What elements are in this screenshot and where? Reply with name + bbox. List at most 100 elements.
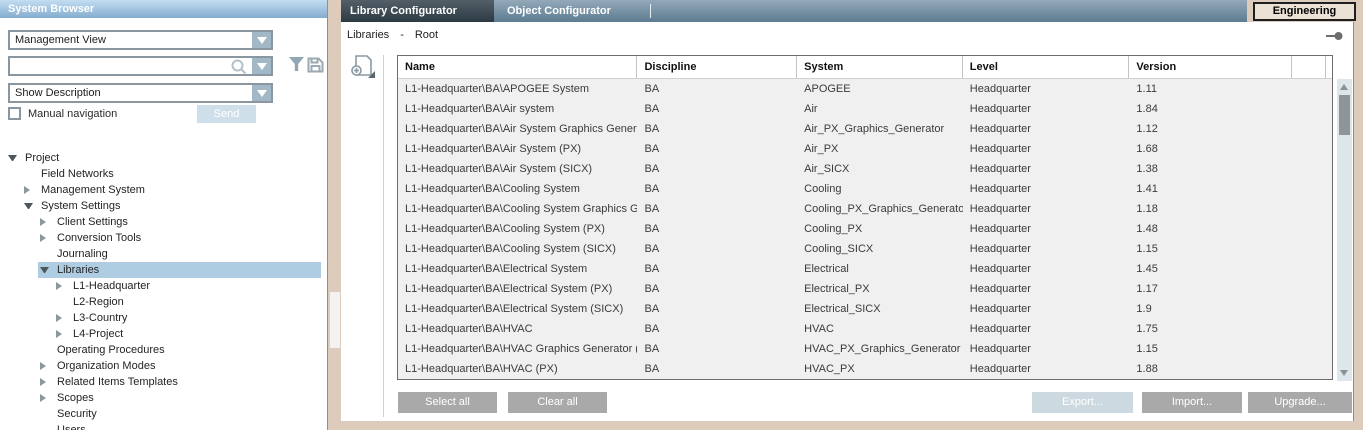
table-cell: [1292, 159, 1326, 179]
expand-arrow-icon[interactable]: [40, 362, 46, 370]
expand-arrow-icon[interactable]: [40, 378, 46, 386]
column-header-discipline[interactable]: Discipline: [637, 56, 797, 78]
column-header-level[interactable]: Level: [963, 56, 1130, 78]
tree-item-organization-modes[interactable]: Organization Modes: [0, 358, 321, 374]
table-row[interactable]: L1-Headquarter\BA\Electrical System (PX)…: [398, 279, 1332, 299]
tree-item-conversion-tools[interactable]: Conversion Tools: [0, 230, 321, 246]
tree-item-l4-project[interactable]: L4-Project: [0, 326, 321, 342]
library-table: NameDisciplineSystemLevelVersion L1-Head…: [397, 55, 1333, 380]
search-input[interactable]: [13, 58, 223, 74]
table-scrollbar-thumb[interactable]: [1339, 95, 1350, 135]
table-row[interactable]: L1-Headquarter\BA\Cooling System (SICX)B…: [398, 239, 1332, 259]
send-button[interactable]: Send: [197, 105, 256, 123]
tree-item-l3-country[interactable]: L3-Country: [0, 310, 321, 326]
search-field[interactable]: [8, 56, 273, 76]
table-cell: BA: [637, 99, 797, 119]
tree-item-security[interactable]: Security: [0, 406, 321, 422]
chevron-down-icon[interactable]: [252, 58, 271, 74]
collapse-arrow-icon[interactable]: [8, 155, 17, 161]
filter-icon[interactable]: [288, 57, 305, 75]
tree-item-field-networks[interactable]: Field Networks: [0, 166, 321, 182]
column-header-name[interactable]: Name: [398, 56, 637, 78]
chevron-down-icon[interactable]: [252, 85, 271, 101]
scroll-down-icon[interactable]: [1340, 370, 1348, 376]
table-row[interactable]: L1-Headquarter\BA\APOGEE SystemBAAPOGEEH…: [398, 79, 1332, 99]
table-cell: [1326, 139, 1332, 159]
collapse-arrow-icon[interactable]: [40, 267, 49, 273]
tree-item-scopes[interactable]: Scopes: [0, 390, 321, 406]
table-cell: APOGEE: [797, 79, 963, 99]
tree-item-l2-region[interactable]: L2-Region: [0, 294, 321, 310]
scroll-up-icon[interactable]: [1340, 84, 1348, 90]
collapse-arrow-icon[interactable]: [24, 203, 33, 209]
table-cell: [1292, 79, 1326, 99]
tree-scrollbar-thumb[interactable]: [330, 292, 340, 348]
clear-all-button[interactable]: Clear all: [508, 392, 607, 413]
table-row[interactable]: L1-Headquarter\BA\HVAC Graphics Generato…: [398, 339, 1332, 359]
tree-item-operating-procedures[interactable]: Operating Procedures: [0, 342, 321, 358]
chevron-down-icon[interactable]: [252, 32, 271, 48]
table-cell: L1-Headquarter\BA\Electrical System (PX): [398, 279, 637, 299]
manual-navigation-checkbox[interactable]: [8, 107, 21, 120]
table-cell: Electrical_PX: [797, 279, 963, 299]
table-row[interactable]: L1-Headquarter\BA\Cooling SystemBACoolin…: [398, 179, 1332, 199]
export-button[interactable]: Export...: [1032, 392, 1133, 413]
expand-arrow-icon[interactable]: [56, 314, 62, 322]
table-row[interactable]: L1-Headquarter\BA\HVACBAHVACHeadquarter1…: [398, 319, 1332, 339]
navigation-tree: ProjectField NetworksManagement SystemSy…: [0, 150, 321, 430]
panel-divider: [383, 55, 384, 417]
expand-arrow-icon[interactable]: [40, 234, 46, 242]
description-selector-dropdown[interactable]: Show Description: [8, 83, 273, 103]
select-all-button[interactable]: Select all: [398, 392, 497, 413]
table-cell: 1.68: [1129, 139, 1292, 159]
tree-item-client-settings[interactable]: Client Settings: [0, 214, 321, 230]
tab-library-configurator[interactable]: Library Configurator: [341, 0, 494, 22]
table-body: L1-Headquarter\BA\APOGEE SystemBAAPOGEEH…: [398, 79, 1332, 379]
table-cell: BA: [637, 199, 797, 219]
tree-item-libraries[interactable]: Libraries: [0, 262, 321, 278]
table-row[interactable]: L1-Headquarter\BA\Air System (PX)BAAir_P…: [398, 139, 1332, 159]
breadcrumb-current[interactable]: Root: [415, 29, 438, 41]
pin-icon[interactable]: [1326, 31, 1343, 44]
table-row[interactable]: L1-Headquarter\BA\Electrical System (SIC…: [398, 299, 1332, 319]
save-icon[interactable]: [307, 57, 324, 76]
expand-arrow-icon[interactable]: [24, 186, 30, 194]
tree-item-related-items-templates[interactable]: Related Items Templates: [0, 374, 321, 390]
table-row[interactable]: L1-Headquarter\BA\Air System Graphics Ge…: [398, 119, 1332, 139]
table-cell: BA: [637, 359, 797, 379]
table-cell: [1292, 339, 1326, 359]
table-row[interactable]: L1-Headquarter\BA\HVAC (PX)BAHVAC_PXHead…: [398, 359, 1332, 379]
tree-item-management-system[interactable]: Management System: [0, 182, 321, 198]
tree-item-users[interactable]: Users: [0, 422, 321, 430]
breadcrumb-section[interactable]: Libraries: [347, 29, 389, 41]
tree-item-l1-headquarter[interactable]: L1-Headquarter: [0, 278, 321, 294]
expand-arrow-icon[interactable]: [56, 330, 62, 338]
application-window: System Browser Management View Show Desc…: [0, 0, 1363, 430]
expand-arrow-icon[interactable]: [40, 218, 46, 226]
table-row[interactable]: L1-Headquarter\BA\Air systemBAAirHeadqua…: [398, 99, 1332, 119]
tree-item-label: Client Settings: [57, 216, 128, 228]
import-button[interactable]: Import...: [1142, 392, 1242, 413]
expand-arrow-icon[interactable]: [56, 282, 62, 290]
table-cell: [1292, 219, 1326, 239]
expand-arrow-icon[interactable]: [40, 394, 46, 402]
table-row[interactable]: L1-Headquarter\BA\Electrical SystemBAEle…: [398, 259, 1332, 279]
engineering-button[interactable]: Engineering: [1253, 2, 1356, 21]
upgrade-button[interactable]: Upgrade...: [1248, 392, 1352, 413]
column-header-version[interactable]: Version: [1129, 56, 1292, 78]
table-cell: [1326, 359, 1332, 379]
table-row[interactable]: L1-Headquarter\BA\Air System (SICX)BAAir…: [398, 159, 1332, 179]
view-selector-dropdown[interactable]: Management View: [8, 30, 273, 50]
tree-item-journaling[interactable]: Journaling: [0, 246, 321, 262]
add-library-icon[interactable]: [349, 54, 377, 83]
tab-object-configurator[interactable]: Object Configurator: [507, 0, 611, 22]
table-row[interactable]: L1-Headquarter\BA\Cooling System Graphic…: [398, 199, 1332, 219]
table-cell: L1-Headquarter\BA\Air System (SICX): [398, 159, 637, 179]
column-header-system[interactable]: System: [797, 56, 963, 78]
table-cell: [1292, 299, 1326, 319]
table-cell: Cooling_PX: [797, 219, 963, 239]
tree-item-project[interactable]: Project: [0, 150, 321, 166]
table-scrollbar[interactable]: [1337, 79, 1352, 381]
tree-item-system-settings[interactable]: System Settings: [0, 198, 321, 214]
table-row[interactable]: L1-Headquarter\BA\Cooling System (PX)BAC…: [398, 219, 1332, 239]
